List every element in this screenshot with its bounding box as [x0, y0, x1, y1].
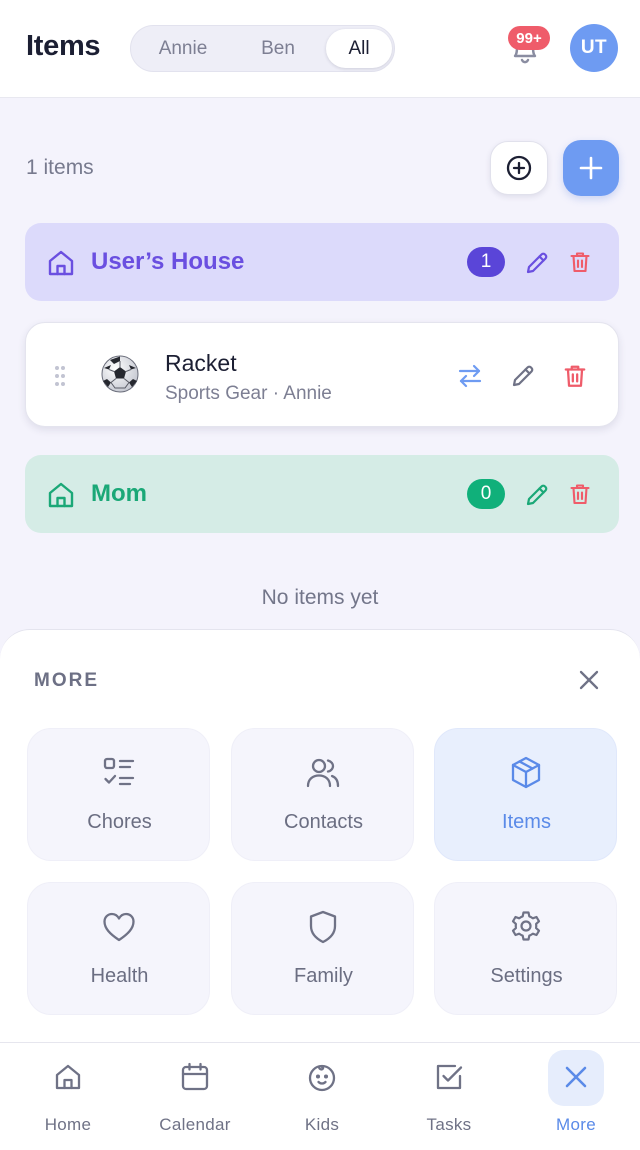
- group-name: User’s House: [91, 248, 245, 275]
- home-icon: [45, 479, 77, 511]
- item-meta: Sports Gear · Annie: [165, 383, 332, 404]
- users-icon: [305, 755, 341, 791]
- app-header: Items Annie Ben All 99+ UT: [0, 0, 640, 98]
- checkbox-icon: [433, 1061, 465, 1093]
- nav-label: Tasks: [426, 1115, 472, 1134]
- notification-badge: 99+: [508, 26, 550, 50]
- nav-label: Kids: [304, 1115, 340, 1134]
- add-group-button[interactable]: [490, 141, 548, 195]
- calendar-icon: [179, 1061, 211, 1093]
- item-card[interactable]: Racket Sports Gear · Annie: [25, 322, 619, 427]
- plus-circle-icon: [505, 154, 533, 182]
- swap-icon: [458, 364, 482, 388]
- close-icon: [560, 1061, 592, 1093]
- more-sheet: MORE Chores Contacts Items Health Family…: [0, 629, 640, 1050]
- group-row-users-house[interactable]: User’s House 1: [25, 223, 619, 301]
- filter-tab-annie[interactable]: Annie: [135, 29, 231, 68]
- home-icon: [45, 247, 77, 279]
- tile-family[interactable]: Family: [231, 882, 414, 1015]
- tile-label: Items: [502, 811, 551, 833]
- sheet-title: MORE: [34, 670, 99, 691]
- group-count-badge: 1: [467, 247, 505, 277]
- bottom-nav: Home Calendar Kids Tasks More: [0, 1042, 640, 1150]
- pencil-icon: [512, 365, 534, 387]
- close-sheet-button[interactable]: [576, 667, 602, 693]
- tile-label: Family: [294, 965, 353, 987]
- plus-icon: [578, 155, 604, 181]
- tile-contacts[interactable]: Contacts: [231, 728, 414, 861]
- nav-tasks[interactable]: Tasks: [385, 1043, 513, 1150]
- nav-label: Home: [44, 1115, 92, 1134]
- tile-settings[interactable]: Settings: [434, 882, 617, 1015]
- heart-icon: [101, 909, 137, 945]
- edit-group-button[interactable]: [524, 250, 550, 276]
- delete-group-button[interactable]: [568, 250, 592, 274]
- gear-icon: [508, 909, 544, 945]
- tile-items[interactable]: Items: [434, 728, 617, 861]
- group-name: Mom: [91, 480, 147, 507]
- drag-handle-icon[interactable]: [53, 365, 67, 387]
- add-item-button[interactable]: [563, 140, 619, 196]
- group-row-mom[interactable]: Mom 0: [25, 455, 619, 533]
- edit-group-button[interactable]: [524, 482, 550, 508]
- nav-calendar[interactable]: Calendar: [131, 1043, 259, 1150]
- tile-health[interactable]: Health: [27, 882, 210, 1015]
- delete-item-button[interactable]: [562, 363, 588, 389]
- tile-label: Chores: [87, 811, 152, 833]
- nav-more[interactable]: More: [512, 1043, 640, 1150]
- group-count-badge: 0: [467, 479, 505, 509]
- trash-icon: [564, 365, 586, 387]
- baby-face-icon: [306, 1061, 338, 1093]
- item-name: Racket: [165, 350, 237, 376]
- nav-kids[interactable]: Kids: [258, 1043, 386, 1150]
- checklist-icon: [101, 755, 137, 791]
- items-count: 1 items: [26, 156, 94, 179]
- page-title: Items: [26, 30, 101, 62]
- person-filter: Annie Ben All: [130, 25, 395, 72]
- shield-icon: [305, 909, 341, 945]
- delete-group-button[interactable]: [568, 482, 592, 506]
- filter-tab-ben[interactable]: Ben: [231, 29, 325, 68]
- nav-home[interactable]: Home: [4, 1043, 132, 1150]
- tile-label: Settings: [490, 965, 563, 987]
- tile-label: Health: [90, 965, 149, 987]
- empty-state-text: No items yet: [261, 586, 379, 609]
- nav-label: Calendar: [159, 1115, 231, 1134]
- avatar[interactable]: UT: [570, 24, 618, 72]
- tile-label: Contacts: [284, 811, 363, 833]
- box-icon: [508, 755, 544, 791]
- soccer-ball-icon: [100, 354, 140, 394]
- move-item-button[interactable]: [457, 363, 483, 389]
- nav-label: More: [556, 1115, 596, 1134]
- close-icon: [579, 670, 599, 690]
- tile-chores[interactable]: Chores: [27, 728, 210, 861]
- filter-tab-all[interactable]: All: [326, 29, 392, 68]
- edit-item-button[interactable]: [510, 363, 536, 389]
- home-icon: [52, 1061, 84, 1093]
